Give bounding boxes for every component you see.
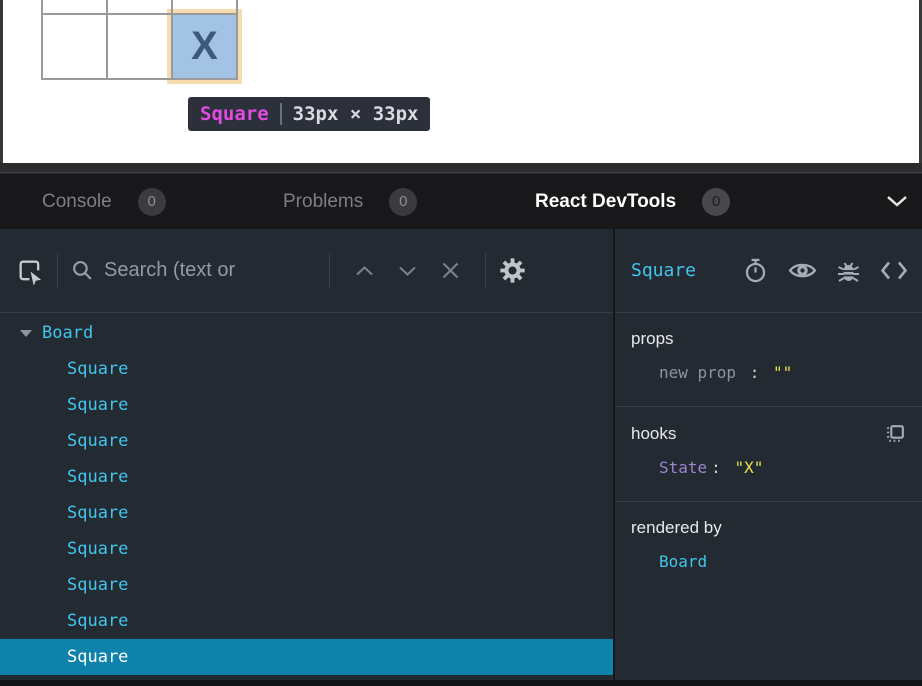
components-tree: Board Square Square Square Square Square… xyxy=(0,313,613,675)
bottom-strip xyxy=(0,680,922,686)
devtools-tab-bar: Console 0 Problems 0 React DevTools 0 xyxy=(0,174,922,229)
hooks-section-label: hooks xyxy=(631,424,885,444)
board-grid: X xyxy=(41,0,238,80)
inspect-dom-button[interactable] xyxy=(788,260,817,281)
new-prop-input[interactable]: new prop xyxy=(659,363,736,382)
dashed-box-icon xyxy=(885,423,906,444)
hooks-section: hooks State: "X" xyxy=(615,407,922,502)
tab-problems[interactable]: Problems 0 xyxy=(283,174,417,229)
tree-item-label: Square xyxy=(67,611,128,631)
tree-item-square-selected[interactable]: Square xyxy=(0,639,613,675)
previous-result-button[interactable] xyxy=(355,265,374,277)
log-data-button[interactable] xyxy=(836,258,861,284)
bug-icon xyxy=(836,258,861,284)
props-section-label: props xyxy=(631,329,906,349)
tree-item-label: Square xyxy=(67,539,128,559)
settings-button[interactable] xyxy=(499,257,526,284)
tab-console-label: Console xyxy=(42,191,112,213)
search-icon xyxy=(71,259,94,282)
board-cell[interactable] xyxy=(172,0,237,14)
hook-value-input[interactable]: "X" xyxy=(734,458,763,477)
tooltip-divider xyxy=(280,103,282,125)
inspector-title: Square xyxy=(631,260,723,281)
toolbar-divider xyxy=(485,253,486,289)
tree-item-square[interactable]: Square xyxy=(0,423,613,459)
chevron-down-icon xyxy=(886,195,908,208)
rendered-by-label: rendered by xyxy=(631,518,906,538)
view-source-button[interactable] xyxy=(880,260,908,281)
components-search-input[interactable] xyxy=(104,259,316,282)
clear-search-button[interactable] xyxy=(441,261,460,280)
tree-item-label: Square xyxy=(67,503,128,523)
tooltip-dimensions: 33px × 33px xyxy=(293,103,419,125)
code-brackets-icon xyxy=(880,260,908,281)
tree-item-label: Square xyxy=(67,575,128,595)
search-icon-wrap xyxy=(71,259,94,282)
tree-item-label: Square xyxy=(67,431,128,451)
hook-separator: : xyxy=(707,458,725,477)
toolbar-divider xyxy=(329,253,330,289)
prop-separator: : xyxy=(746,363,764,382)
tree-item-square[interactable]: Square xyxy=(0,495,613,531)
devtools-drag-handle[interactable] xyxy=(0,163,922,173)
parse-hook-names-button[interactable] xyxy=(885,423,906,444)
collapse-panel-button[interactable] xyxy=(886,195,908,208)
tree-item-board[interactable]: Board xyxy=(0,315,613,351)
chevron-up-icon xyxy=(355,265,374,277)
eye-icon xyxy=(788,260,817,281)
tree-item-label: Board xyxy=(42,323,93,343)
inspector-panel: Square xyxy=(615,229,922,680)
tree-item-label: Square xyxy=(67,395,128,415)
tree-item-square[interactable]: Square xyxy=(0,351,613,387)
tree-item-square[interactable]: Square xyxy=(0,531,613,567)
gear-icon xyxy=(499,257,526,284)
tree-item-label: Square xyxy=(67,647,128,667)
hook-name: State xyxy=(659,458,707,477)
inspector-header: Square xyxy=(615,229,922,313)
triangle-down-icon[interactable] xyxy=(20,330,32,337)
react-devtools-panel: Board Square Square Square Square Square… xyxy=(0,229,922,680)
tree-item-square[interactable]: Square xyxy=(0,567,613,603)
tab-problems-badge: 0 xyxy=(389,188,417,216)
board-cell[interactable] xyxy=(42,0,107,14)
board-cell[interactable] xyxy=(107,14,172,79)
inspect-element-button[interactable] xyxy=(16,257,44,285)
hook-row: State: "X" xyxy=(659,458,906,477)
stopwatch-icon xyxy=(742,257,769,284)
app-window: X Square 33px × 33px Console 0 Problems … xyxy=(0,0,922,686)
toolbar-divider xyxy=(57,253,58,289)
components-toolbar xyxy=(0,229,613,313)
suspense-toggle-button[interactable] xyxy=(742,257,769,284)
rendered-by-board-link[interactable]: Board xyxy=(659,552,707,571)
components-panel: Board Square Square Square Square Square… xyxy=(0,229,613,680)
prop-value-input[interactable]: "" xyxy=(773,363,792,382)
tree-item-square[interactable]: Square xyxy=(0,387,613,423)
tree-item-label: Square xyxy=(67,467,128,487)
tree-item-square[interactable]: Square xyxy=(0,603,613,639)
close-icon xyxy=(441,261,460,280)
tab-react-devtools-badge: 0 xyxy=(702,188,730,216)
prop-row: new prop : "" xyxy=(659,363,906,382)
tree-item-label: Square xyxy=(67,359,128,379)
element-tooltip: Square 33px × 33px xyxy=(188,97,430,131)
tab-console[interactable]: Console 0 xyxy=(42,174,166,229)
page-area: X Square 33px × 33px xyxy=(0,0,922,163)
props-section: props new prop : "" xyxy=(615,313,922,407)
rendered-by-section: rendered by Board xyxy=(615,502,922,595)
tab-problems-label: Problems xyxy=(283,191,363,213)
select-element-icon xyxy=(16,257,44,285)
tab-console-badge: 0 xyxy=(138,188,166,216)
tree-item-square[interactable]: Square xyxy=(0,459,613,495)
board-cell-inspected[interactable]: X xyxy=(172,14,237,79)
tab-react-devtools-label: React DevTools xyxy=(535,191,676,213)
board-cell[interactable] xyxy=(107,0,172,14)
chevron-down-icon xyxy=(398,265,417,277)
rendered-by-row: Board xyxy=(659,552,906,571)
tab-react-devtools[interactable]: React DevTools 0 xyxy=(535,174,730,229)
next-result-button[interactable] xyxy=(398,265,417,277)
tooltip-component-name: Square xyxy=(200,103,269,125)
board-cell[interactable] xyxy=(42,14,107,79)
